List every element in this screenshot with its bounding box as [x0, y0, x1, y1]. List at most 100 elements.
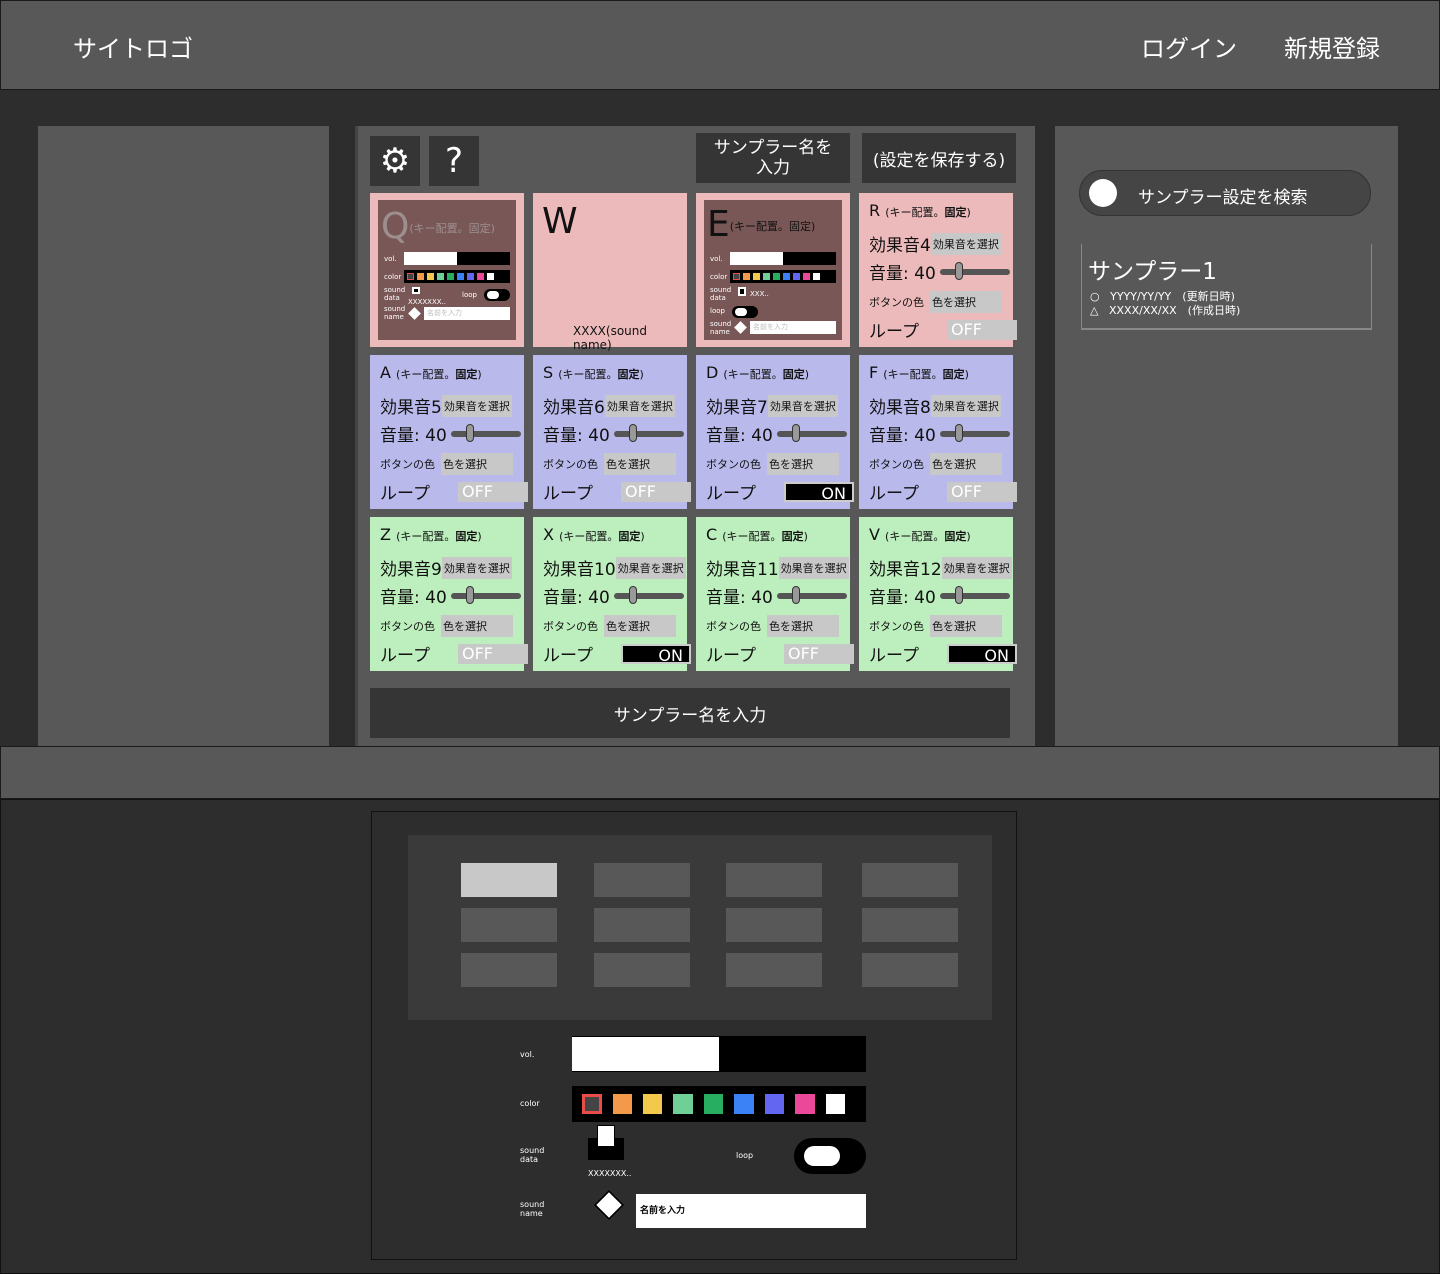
- color-swatch[interactable]: [764, 1094, 785, 1114]
- pad-x[interactable]: X (キー配置。固定) 効果音10 効果音を選択 音量: 40 ボタンの色 色を選択 ループ…: [533, 517, 691, 671]
- slider-knob[interactable]: [954, 423, 963, 442]
- settings-button[interactable]: ⚙: [370, 136, 420, 186]
- loop-toggle[interactable]: OFF: [946, 319, 1017, 340]
- color-swatch[interactable]: [417, 273, 424, 280]
- volume-slider[interactable]: [450, 423, 521, 442]
- color-swatch[interactable]: [447, 273, 454, 280]
- color-select[interactable]: 色を選択: [441, 453, 513, 475]
- pad-v[interactable]: V (キー配置。固定) 効果音12 効果音を選択 音量: 40 ボタンの色 色を選択 ループ…: [859, 517, 1017, 671]
- loop-toggle[interactable]: OFF: [946, 481, 1017, 502]
- preview-pad[interactable]: [862, 908, 958, 942]
- color-select[interactable]: 色を選択: [930, 615, 1002, 637]
- color-swatch[interactable]: [427, 273, 434, 280]
- preview-pad[interactable]: [726, 863, 822, 897]
- sampler-card[interactable]: サンプラー1 ○ YYYY/YY/YY (更新日時) △ XXXX/XX/XX …: [1081, 244, 1372, 330]
- slider-knob[interactable]: [791, 423, 800, 442]
- color-palette[interactable]: [404, 270, 510, 283]
- pad-e[interactable]: E(キー配置。固定) vol. color sound data XXX.. l…: [696, 193, 850, 347]
- sound-select[interactable]: 効果音を選択: [604, 394, 675, 417]
- pad-f[interactable]: F (キー配置。固定) 効果音8 効果音を選択 音量: 40 ボタンの色 色を選択 ループ O…: [859, 355, 1017, 509]
- color-swatch[interactable]: [753, 273, 760, 280]
- loop-toggle[interactable]: ON: [946, 643, 1017, 665]
- sound-select[interactable]: 効果音を選択: [441, 394, 512, 417]
- slider-knob[interactable]: [628, 585, 637, 604]
- color-select[interactable]: 色を選択: [930, 453, 1002, 475]
- pad-r[interactable]: R (キー配置。固定) 効果音4 効果音を選択 音量: 40 ボタンの色 色を選択 ループ O…: [859, 193, 1017, 347]
- color-select[interactable]: 色を選択: [441, 615, 513, 637]
- sound-file-button[interactable]: [588, 1125, 624, 1160]
- volume-slider[interactable]: [776, 423, 847, 442]
- login-link[interactable]: ログイン: [1141, 29, 1237, 64]
- color-swatch[interactable]: [733, 273, 740, 280]
- pad-z[interactable]: Z (キー配置。固定) 効果音9 効果音を選択 音量: 40 ボタンの色 色を選択 ループ O…: [370, 517, 528, 671]
- color-select[interactable]: 色を選択: [930, 291, 1002, 313]
- color-swatch[interactable]: [487, 273, 494, 280]
- color-swatch[interactable]: [793, 273, 800, 280]
- color-swatch[interactable]: [477, 273, 484, 280]
- pad-d[interactable]: D (キー配置。固定) 効果音7 効果音を選択 音量: 40 ボタンの色 色を選択 ループ O…: [696, 355, 854, 509]
- color-swatch[interactable]: [734, 1094, 754, 1114]
- sampler-search[interactable]: サンプラー設定を検索: [1079, 170, 1371, 216]
- color-swatch[interactable]: [457, 273, 464, 280]
- pad-a[interactable]: A (キー配置。固定) 効果音5 効果音を選択 音量: 40 ボタンの色 色を選択 ループ O…: [370, 355, 528, 509]
- slider-knob[interactable]: [954, 585, 963, 604]
- preview-pad[interactable]: [726, 953, 822, 987]
- slider-knob[interactable]: [628, 423, 637, 442]
- color-select[interactable]: 色を選択: [604, 615, 676, 637]
- volume-bar[interactable]: [730, 252, 836, 265]
- color-select[interactable]: 色を選択: [767, 615, 839, 637]
- help-button[interactable]: ?: [429, 136, 479, 186]
- color-swatch[interactable]: [407, 273, 414, 280]
- color-swatch[interactable]: [803, 273, 810, 280]
- color-palette[interactable]: [730, 270, 836, 283]
- sound-select[interactable]: 効果音を選択: [767, 394, 838, 417]
- pad-w[interactable]: W XXXX(sound name): [533, 193, 687, 352]
- slider-knob[interactable]: [791, 585, 800, 604]
- slider-knob[interactable]: [465, 423, 474, 442]
- preview-pad[interactable]: [461, 908, 557, 942]
- sound-select[interactable]: 効果音を選択: [930, 232, 1001, 255]
- volume-bar[interactable]: [404, 252, 510, 265]
- sound-select[interactable]: 効果音を選択: [941, 556, 1012, 579]
- color-swatch[interactable]: [783, 273, 790, 280]
- color-swatch[interactable]: [673, 1094, 693, 1114]
- sound-select[interactable]: 効果音を選択: [778, 556, 849, 579]
- sound-select[interactable]: 効果音を選択: [441, 556, 512, 579]
- loop-toggle[interactable]: [794, 1138, 866, 1174]
- save-settings-button[interactable]: (設定を保存する): [862, 133, 1016, 183]
- preview-pad[interactable]: [594, 953, 690, 987]
- color-swatch[interactable]: [813, 273, 820, 280]
- loop-toggle[interactable]: OFF: [457, 481, 528, 502]
- color-swatch[interactable]: [825, 1094, 845, 1114]
- color-palette[interactable]: [572, 1086, 866, 1122]
- sampler-name-field[interactable]: サンプラー名を入力: [370, 688, 1010, 738]
- loop-toggle[interactable]: ON: [783, 481, 854, 503]
- sound-file-icon[interactable]: [412, 287, 420, 294]
- sound-select[interactable]: 効果音を選択: [615, 556, 686, 579]
- color-select[interactable]: 色を選択: [604, 453, 676, 475]
- sound-file-icon[interactable]: [738, 287, 746, 296]
- volume-slider[interactable]: [939, 261, 1010, 280]
- color-swatch[interactable]: [795, 1094, 815, 1114]
- pad-c[interactable]: C (キー配置。固定) 効果音11 効果音を選択 音量: 40 ボタンの色 色を選択 ループ…: [696, 517, 854, 671]
- slider-knob[interactable]: [954, 261, 963, 280]
- volume-slider[interactable]: [613, 585, 684, 604]
- volume-slider[interactable]: [939, 585, 1010, 604]
- volume-slider[interactable]: [939, 423, 1010, 442]
- loop-toggle[interactable]: [484, 289, 510, 301]
- sampler-name-input[interactable]: サンプラー名を 入力: [696, 133, 850, 183]
- color-select[interactable]: 色を選択: [767, 453, 839, 475]
- pad-q[interactable]: Q(キー配置。固定) vol. color sound data XXXXXXX…: [370, 193, 524, 347]
- slider-knob[interactable]: [465, 585, 474, 604]
- volume-slider[interactable]: [450, 585, 521, 604]
- preview-pad[interactable]: [461, 863, 557, 897]
- preview-pad[interactable]: [461, 953, 557, 987]
- color-swatch[interactable]: [437, 273, 444, 280]
- color-swatch[interactable]: [763, 273, 770, 280]
- loop-toggle[interactable]: OFF: [457, 643, 528, 664]
- color-swatch[interactable]: [467, 273, 474, 280]
- preview-pad[interactable]: [726, 908, 822, 942]
- loop-toggle[interactable]: [732, 306, 758, 318]
- color-swatch[interactable]: [773, 273, 780, 280]
- preview-pad[interactable]: [594, 908, 690, 942]
